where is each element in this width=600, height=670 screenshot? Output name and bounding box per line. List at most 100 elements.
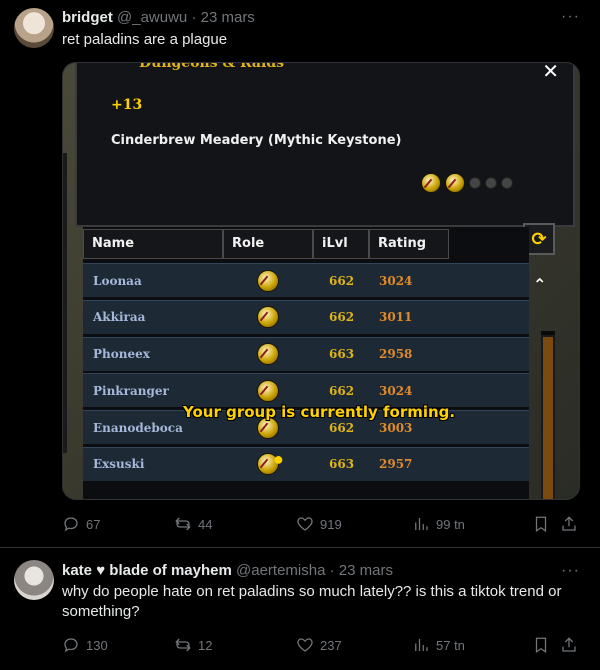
tweet-text: why do people hate on ret paladins so mu… <box>62 583 562 620</box>
player-name: Pinkranger <box>93 383 169 398</box>
views-button[interactable]: 99 tn <box>412 513 465 535</box>
reply-button[interactable]: 67 <box>62 513 100 535</box>
player-rating: 3024 <box>379 383 413 398</box>
share-button[interactable] <box>560 513 578 535</box>
empty-slot-icon <box>469 177 481 189</box>
dps-role-icon <box>257 269 279 292</box>
applicant-rows: Loonaa 662 3024 Akkiraa 662 3011 Phoneex… <box>83 263 529 484</box>
retweet-icon <box>175 638 191 652</box>
view-count: 99 tn <box>436 516 465 532</box>
player-name: Loonaa <box>93 273 142 288</box>
like-count: 237 <box>320 637 342 653</box>
avatar[interactable] <box>14 8 54 48</box>
empty-slot-icon <box>485 177 497 189</box>
player-rating: 3011 <box>379 310 413 325</box>
dps-role-icon <box>421 173 441 193</box>
dps-role-icon <box>257 306 279 329</box>
table-row[interactable]: Phoneex 663 2958 <box>83 336 529 371</box>
empty-slot-icon <box>501 177 513 189</box>
player-rating: 2957 <box>379 457 413 472</box>
reply-icon <box>64 638 78 653</box>
views-button[interactable]: 57 tn <box>412 634 465 656</box>
scrollbar-thumb[interactable] <box>541 335 555 499</box>
bookmark-button[interactable] <box>532 513 550 535</box>
tweet-2[interactable]: kate ♥ blade of mayhem @aertemisha · 23 … <box>0 548 600 670</box>
table-row[interactable]: Exsuski 663 2957 <box>83 446 529 481</box>
dps-role-icon <box>257 379 279 402</box>
dungeon-name: Cinderbrew Meadery (Mythic Keystone) <box>111 133 402 148</box>
view-count: 57 tn <box>436 637 465 653</box>
player-name: Phoneex <box>93 347 150 362</box>
dps-role-icon <box>445 173 465 193</box>
item-level: 662 <box>329 310 355 325</box>
item-level: 663 <box>329 457 355 472</box>
column-header[interactable]: Rating <box>369 229 449 259</box>
bookmark-icon <box>535 516 547 532</box>
person-icon: ● <box>273 449 284 469</box>
like-count: 919 <box>320 516 342 532</box>
item-level: 663 <box>329 347 355 362</box>
author-handle[interactable]: @_awuwu <box>117 9 187 26</box>
column-header[interactable]: Role <box>223 229 313 259</box>
game-screenshot[interactable]: Dungeons & Raids ✕ +13 Cinderbrew Meader… <box>62 62 580 500</box>
column-header[interactable]: iLvl <box>313 229 369 259</box>
player-name: Enanodeboca <box>93 420 183 435</box>
player-name: Exsuski <box>93 457 145 472</box>
share-icon <box>562 637 576 652</box>
reply-count: 67 <box>86 516 101 532</box>
group-status: Your group is currently forming. <box>183 403 456 421</box>
tweet-actions: 130 12 237 57 tn <box>62 634 582 656</box>
keystone-level: +13 <box>111 97 143 113</box>
reply-icon <box>64 517 78 532</box>
author-name-prefix[interactable]: kate <box>62 562 92 579</box>
dungeon-info-panel: Dungeons & Raids ✕ +13 Cinderbrew Meader… <box>75 63 575 227</box>
item-level: 662 <box>329 420 355 435</box>
dps-role-icon <box>257 343 279 366</box>
frame-border <box>63 153 67 453</box>
retweet-button[interactable]: 12 <box>174 634 212 656</box>
tweet-header: kate ♥ blade of mayhem @aertemisha · 23 … <box>62 562 393 579</box>
author-handle[interactable]: @aertemisha <box>236 562 325 579</box>
player-rating: 3003 <box>379 420 413 435</box>
tweet-text: ret paladins are a plague <box>62 31 228 48</box>
table-header: Name Role iLvl Rating <box>83 229 529 259</box>
more-options-icon[interactable]: ··· <box>561 8 580 26</box>
tweet-date[interactable]: 23 mars <box>339 562 393 579</box>
views-icon <box>415 639 428 651</box>
scroll-up-icon[interactable]: ⌃ <box>533 275 546 295</box>
retweet-count: 44 <box>198 516 213 532</box>
player-name: Akkiraa <box>93 310 146 325</box>
author-name[interactable]: bridget <box>62 9 113 26</box>
tweet-1[interactable]: bridget @_awuwu · 23 mars ··· ret paladi… <box>0 0 600 548</box>
like-button[interactable]: 237 <box>296 634 342 656</box>
item-level: 662 <box>329 273 355 288</box>
avatar[interactable] <box>14 560 54 600</box>
player-rating: 2958 <box>379 347 413 362</box>
table-row[interactable]: Akkiraa 662 3011 <box>83 299 529 334</box>
panel-title: Dungeons & Raids <box>139 62 284 71</box>
like-button[interactable]: 919 <box>296 513 342 535</box>
author-name-suffix[interactable]: blade of mayhem <box>109 562 232 579</box>
column-header[interactable]: Name <box>83 229 223 259</box>
tweet-header: bridget @_awuwu · 23 mars <box>62 9 255 26</box>
more-options-icon[interactable]: ··· <box>561 562 580 580</box>
heart-icon <box>297 638 313 652</box>
role-icons <box>421 173 513 193</box>
tweet-actions: 67 44 919 99 tn <box>62 513 582 535</box>
table-row[interactable]: Loonaa 662 3024 <box>83 263 529 297</box>
tweet-date[interactable]: 23 mars <box>201 9 255 26</box>
bookmark-button[interactable] <box>532 634 550 656</box>
retweet-count: 12 <box>198 637 213 653</box>
item-level: 662 <box>329 383 355 398</box>
retweet-icon <box>175 517 191 531</box>
reply-button[interactable]: 130 <box>62 634 108 656</box>
views-icon <box>415 518 428 530</box>
heart-icon: ♥ <box>96 562 106 579</box>
retweet-button[interactable]: 44 <box>174 513 212 535</box>
reply-count: 130 <box>86 637 108 653</box>
share-icon <box>562 516 576 531</box>
bookmark-icon <box>535 637 547 653</box>
heart-icon <box>297 517 313 531</box>
close-icon[interactable]: ✕ <box>542 63 559 84</box>
share-button[interactable] <box>560 634 578 656</box>
